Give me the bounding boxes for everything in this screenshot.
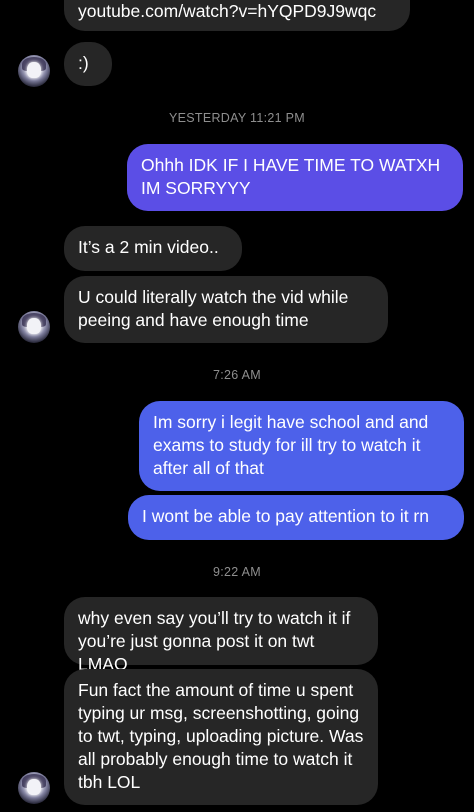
contact-avatar[interactable] (18, 55, 50, 87)
timestamp: 7:26 AM (213, 368, 261, 382)
message-bubble-incoming[interactable]: Fun fact the amount of time u spent typi… (64, 669, 378, 805)
avatar-face (27, 779, 41, 795)
message-bubble-outgoing[interactable]: Im sorry i legit have school and and exa… (139, 401, 464, 491)
avatar-face (27, 62, 41, 78)
contact-avatar[interactable] (18, 772, 50, 804)
avatar-face (27, 318, 41, 334)
message-bubble-incoming[interactable]: U could literally watch the vid while pe… (64, 276, 388, 343)
timestamp: 9:22 AM (213, 565, 261, 579)
message-bubble-incoming[interactable]: It’s a 2 min video.. (64, 226, 242, 271)
message-bubble-smile[interactable]: :) (64, 42, 112, 86)
message-thread: youtube.com/watch?v=hYQPD9J9wqc :) YESTE… (0, 0, 474, 812)
message-bubble-outgoing[interactable]: Ohhh IDK IF I HAVE TIME TO WATXH IM SORR… (127, 144, 463, 211)
message-bubble-link[interactable]: youtube.com/watch?v=hYQPD9J9wqc (64, 0, 410, 31)
timestamp: YESTERDAY 11:21 PM (168, 111, 305, 125)
message-bubble-outgoing[interactable]: I wont be able to pay attention to it rn (128, 495, 464, 540)
message-bubble-incoming[interactable]: why even say you’ll try to watch it if y… (64, 597, 378, 674)
contact-avatar[interactable] (18, 311, 50, 343)
